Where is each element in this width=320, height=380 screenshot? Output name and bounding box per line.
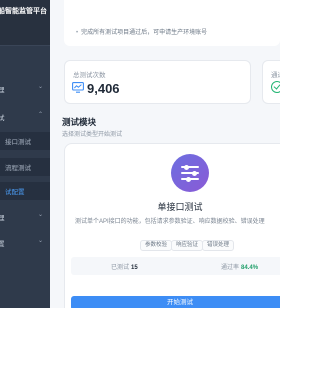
- notice-item: • 完成所有测试项目通过后，可申请生产环境账号: [76, 27, 207, 36]
- chevron-down-icon: ⌄: [38, 238, 44, 244]
- sidebar-item-settings[interactable]: 置 ⌄: [0, 234, 50, 252]
- sidebar-item-admin[interactable]: 理 ⌄: [0, 208, 50, 226]
- sidebar-item-label: 试配置: [5, 189, 25, 196]
- sidebar-item-label: 试: [0, 115, 5, 122]
- stat-card-total-tests: 总测试次数 9,406: [64, 60, 251, 104]
- bullet-icon: •: [76, 30, 79, 36]
- sidebar-item-label: 流程测试: [5, 165, 31, 172]
- pass-rate-label: 通过率: [221, 265, 240, 271]
- sidebar-item-label: 置: [0, 241, 5, 248]
- sidebar-subitem-test-config[interactable]: 试配置: [0, 182, 50, 200]
- stat-label: 通过: [271, 72, 280, 79]
- sliders-icon: [171, 154, 209, 192]
- brand-title: 船智能监管平台: [0, 8, 47, 15]
- sidebar: 船智能监管平台 理 ⌄ 试 ⌃ 接口测试 流程测试 试配置 理 ⌄ 置 ⌄: [0, 0, 50, 308]
- stat-value: 9,406: [87, 81, 120, 96]
- sidebar-item-label: 理: [0, 215, 5, 222]
- module-description: 测试单个API接口的功能，包括请求参数验证、响应数据校验、错误处理: [75, 219, 265, 225]
- sidebar-subitem-interface-test[interactable]: 接口测试: [0, 132, 50, 150]
- module-tag: 错误处理: [202, 240, 235, 251]
- stat-card-passed: 通过: [262, 60, 280, 104]
- sidebar-item-testing[interactable]: 试 ⌃: [0, 108, 50, 126]
- main-content: •完成所有测试项目通过后，可申请生产环境账号 总测试次数 9,406 通过 测试…: [50, 0, 280, 308]
- start-test-button[interactable]: 开始测试: [71, 296, 280, 308]
- module-tag: 响应验证: [171, 240, 204, 251]
- chevron-down-icon: ⌄: [38, 212, 44, 218]
- pass-rate: 通过率 84.4%: [221, 262, 258, 271]
- chevron-up-icon: ⌃: [38, 112, 44, 118]
- module-stats: 已测试 15 通过率 84.4%: [71, 257, 280, 275]
- sidebar-subitem-flow-test[interactable]: 流程测试: [0, 158, 50, 176]
- check-circle-icon: [271, 81, 280, 93]
- module-tag: 参数校验: [140, 240, 173, 251]
- notice-text: 完成所有测试项目通过后，可申请生产环境账号: [81, 30, 208, 36]
- pass-rate-value: 84.4%: [241, 265, 259, 271]
- tested-value: 15: [131, 265, 138, 271]
- sidebar-item-label: 理: [0, 87, 5, 94]
- monitor-chart-icon: [72, 82, 84, 93]
- tested-label: 已测试: [111, 265, 130, 271]
- sidebar-brand: 船智能监管平台: [0, 0, 50, 46]
- section-title: 测试模块: [62, 117, 97, 127]
- tested-count: 已测试 15: [111, 262, 138, 271]
- section-subtitle: 选择测试类型开始测试: [62, 132, 123, 138]
- sidebar-item-management[interactable]: 理 ⌄: [0, 80, 50, 98]
- sidebar-item-label: 接口测试: [5, 139, 31, 146]
- module-card-single-interface[interactable]: 单接口测试 测试单个API接口的功能，包括请求参数验证、响应数据校验、错误处理 …: [64, 143, 280, 308]
- notice-panel: • 完成所有测试项目通过后，可申请生产环境账号: [64, 0, 280, 46]
- module-title: 单接口测试: [157, 202, 203, 212]
- chevron-down-icon: ⌄: [38, 84, 44, 90]
- page: 船智能监管平台 理 ⌄ 试 ⌃ 接口测试 流程测试 试配置 理 ⌄ 置 ⌄ • …: [0, 0, 280, 380]
- stat-label: 总测试次数: [73, 72, 106, 79]
